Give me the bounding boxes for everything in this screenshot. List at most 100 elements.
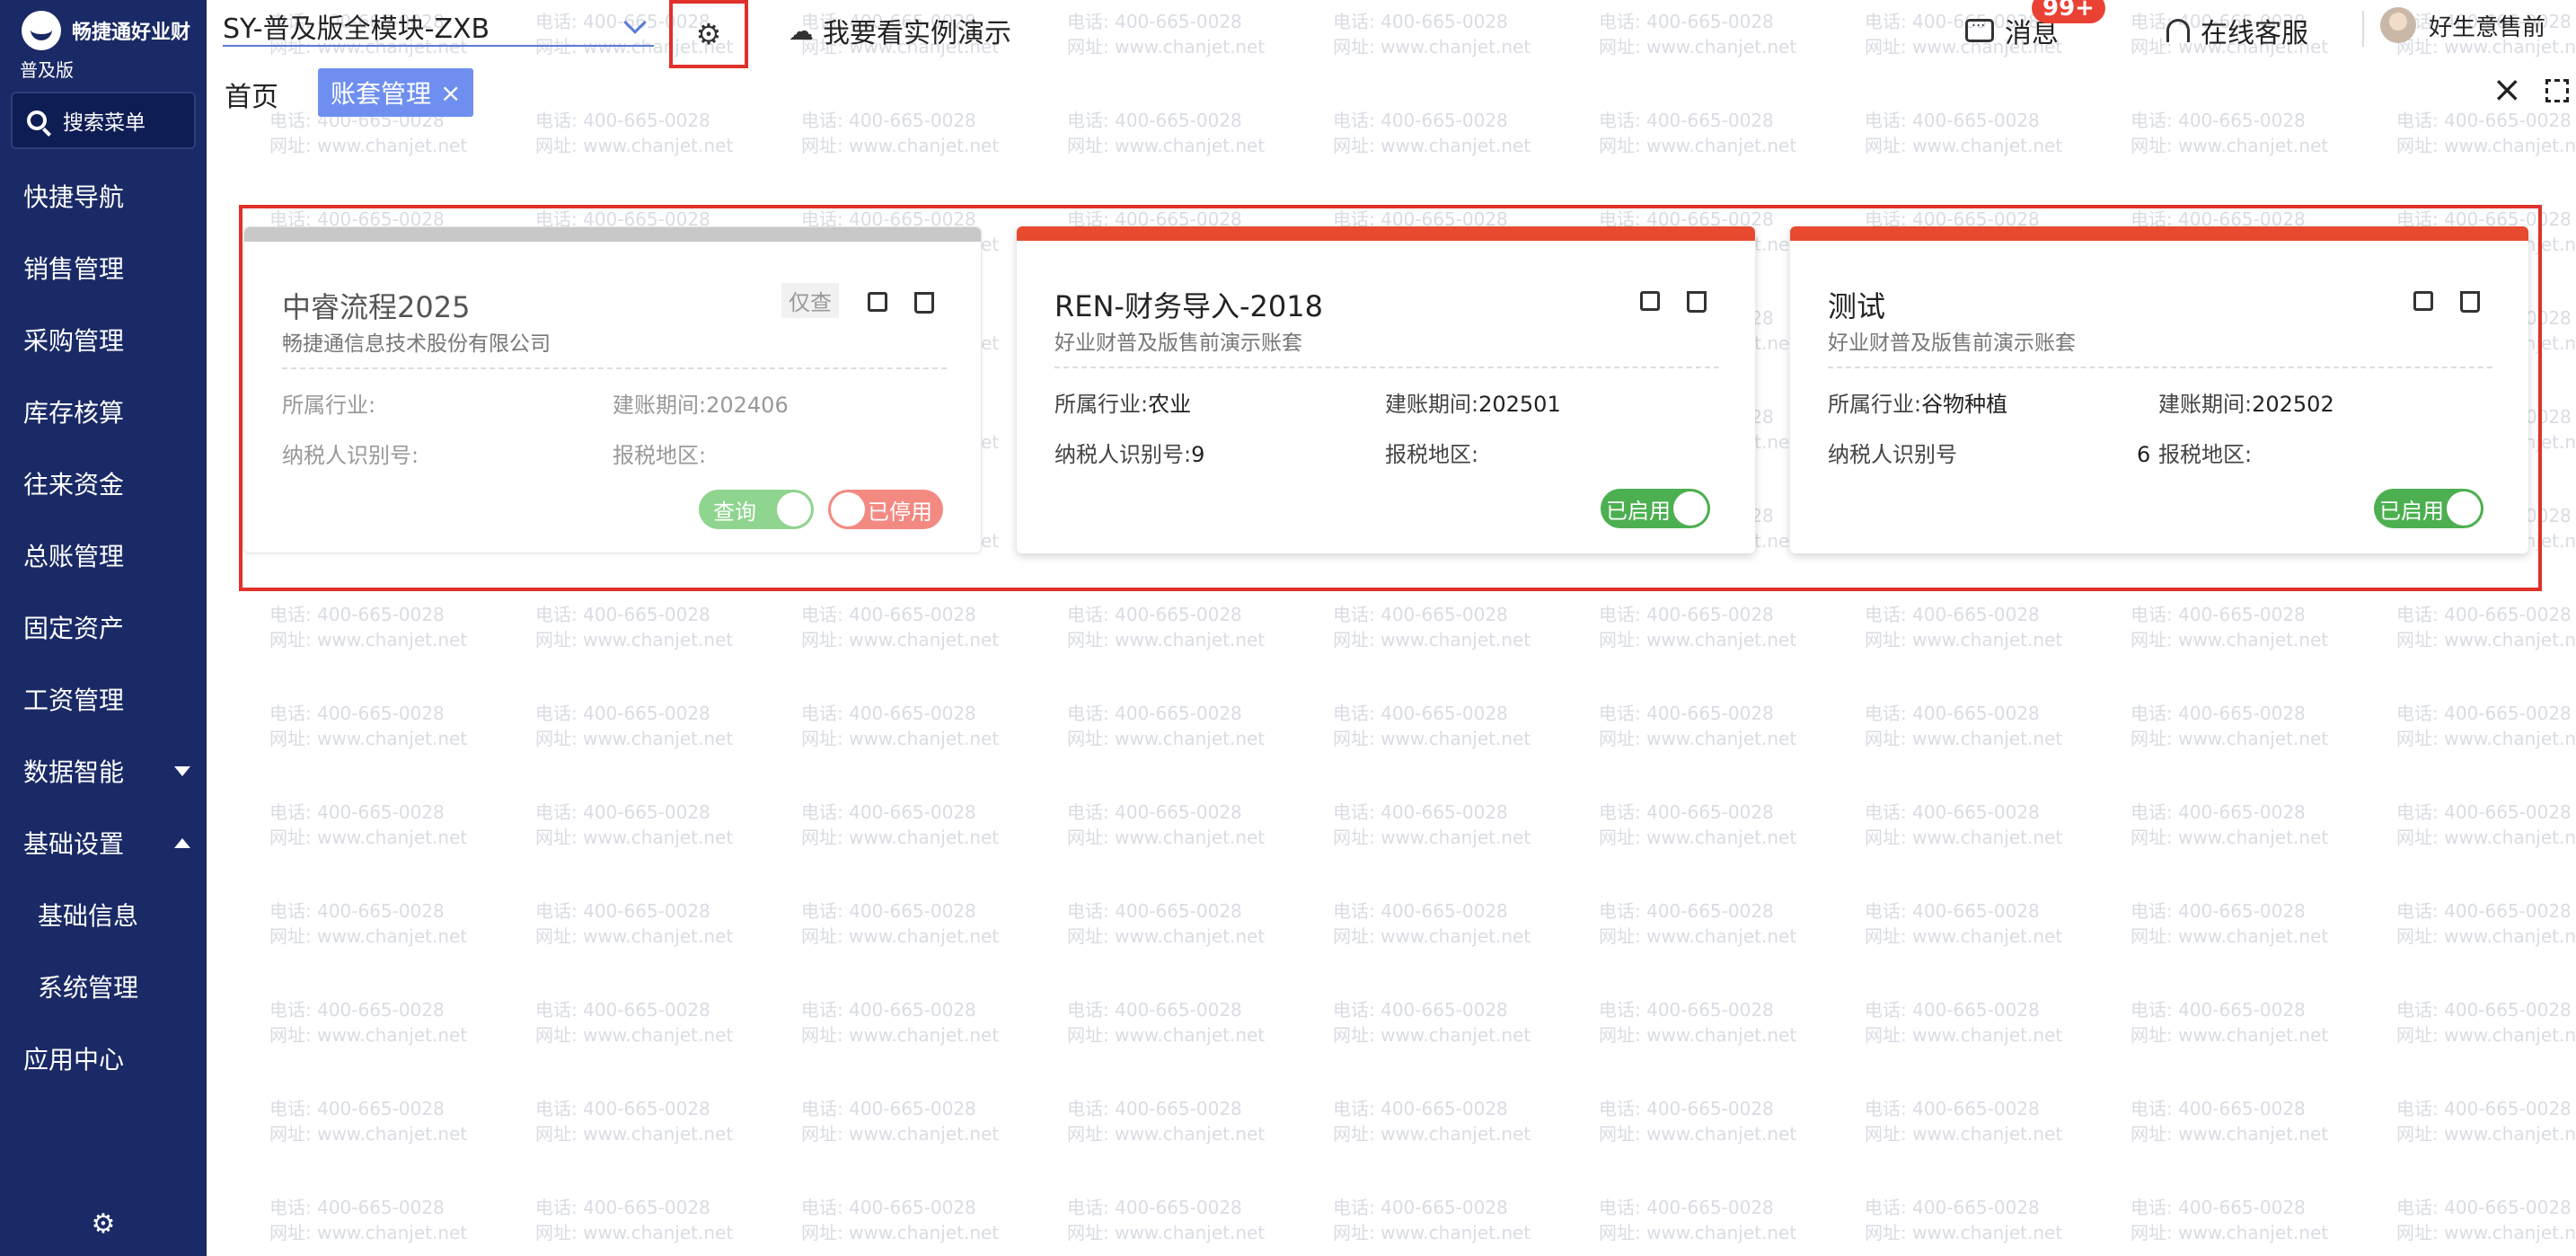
trash-icon[interactable] (2460, 291, 2480, 313)
ledger-select[interactable]: SY-普及版全模块-ZXB (223, 7, 654, 47)
watermark-text: 电话: 400-665-0028网址: www.chanjet.net (1067, 900, 1266, 947)
headset-icon (2166, 19, 2190, 42)
watermark-text: 电话: 400-665-0028网址: www.chanjet.net (535, 801, 734, 848)
close-icon[interactable]: × (440, 78, 461, 108)
readonly-tag: 仅查 (781, 283, 839, 318)
watermark-text: 电话: 400-665-0028网址: www.chanjet.net (1865, 703, 2063, 749)
account-name: 中睿流程2025 (282, 290, 471, 324)
demo-link[interactable]: ☁ 我要看实例演示 (789, 11, 1011, 50)
gear-icon[interactable]: ⚙ (90, 1211, 117, 1238)
tab-home[interactable]: 首页 (225, 72, 278, 117)
account-company: 畅捷通信息技术股份有限公司 (282, 332, 551, 356)
close-all-tabs-icon[interactable]: × (2492, 72, 2522, 108)
watermark-text: 电话: 400-665-0028网址: www.chanjet.net (1599, 900, 1797, 947)
edit-icon[interactable] (2413, 291, 2433, 311)
watermark-text: 电话: 400-665-0028网址: www.chanjet.net (2396, 1098, 2576, 1145)
sidebar-item-purchase[interactable]: 采购管理 (0, 304, 207, 376)
watermark-text: 电话: 400-665-0028网址: www.chanjet.net (2396, 604, 2576, 650)
sidebar-item-basic-info[interactable]: 基础信息 (0, 879, 207, 951)
brand-name: 畅捷通好业财 (72, 22, 191, 44)
watermark-text: 电话: 400-665-0028网址: www.chanjet.net (1333, 801, 1531, 848)
watermark-text: 电话: 400-665-0028网址: www.chanjet.net (2396, 703, 2576, 749)
sidebar-item-payroll[interactable]: 工资管理 (0, 663, 207, 735)
card-status-strip (1790, 226, 2528, 241)
account-card[interactable]: REN-财务导入-2018 好业财普及版售前演示账套 所属行业:农业 建账期间:… (1017, 226, 1755, 553)
industry-field: 所属行业: (282, 393, 376, 418)
search-menu-label: 搜索菜单 (63, 111, 146, 135)
online-support-button[interactable]: 在线客服 (2166, 11, 2308, 50)
trash-icon[interactable] (1687, 291, 1707, 313)
chevron-down-icon (174, 765, 190, 776)
ledger-settings-button[interactable]: ⚙ (669, 0, 748, 68)
watermark-text: 电话: 400-665-0028网址: www.chanjet.net (535, 900, 734, 947)
status-toggle[interactable]: 已停用 (828, 490, 943, 529)
watermark-text: 电话: 400-665-0028网址: www.chanjet.net (269, 1197, 468, 1243)
watermark-text: 电话: 400-665-0028网址: www.chanjet.net (535, 604, 734, 650)
sidebar-item-fixed-assets[interactable]: 固定资产 (0, 591, 207, 663)
watermark-text: 电话: 400-665-0028网址: www.chanjet.net (1865, 1197, 2063, 1243)
search-menu-button[interactable]: 搜索菜单 (11, 92, 196, 149)
period-field: 建账期间:202406 (613, 393, 789, 418)
sidebar-item-basic-settings[interactable]: 基础设置 (0, 807, 207, 879)
ledger-select-value: SY-普及版全模块-ZXB (223, 13, 490, 45)
watermark-text: 电话: 400-665-0028网址: www.chanjet.net (535, 1197, 734, 1243)
status-toggle[interactable]: 已启用 (2374, 489, 2483, 528)
period-field: 建账期间:202502 (2158, 392, 2334, 417)
brand-logo[interactable]: 畅捷通好业财 (22, 11, 190, 50)
trash-icon[interactable] (914, 292, 934, 314)
account-company: 好业财普及版售前演示账套 (1054, 332, 1302, 355)
fullscreen-icon[interactable] (2545, 79, 2569, 102)
watermark-text: 电话: 400-665-0028网址: www.chanjet.net (1333, 604, 1531, 650)
chevron-down-icon (623, 11, 647, 34)
watermark-text: 电话: 400-665-0028网址: www.chanjet.net (801, 999, 1000, 1046)
sidebar: 畅捷通好业财 普及版 搜索菜单 快捷导航 销售管理 采购管理 库存核算 往来资金… (0, 0, 207, 1256)
watermark-text: 电话: 400-665-0028网址: www.chanjet.net (535, 703, 734, 749)
divider (1054, 367, 1719, 368)
watermark-text: 电话: 400-665-0028网址: www.chanjet.net (1599, 801, 1797, 848)
card-status-strip (244, 227, 981, 242)
query-toggle[interactable]: 查询 (699, 490, 814, 529)
divider (282, 367, 947, 369)
account-card[interactable]: 测试 好业财普及版售前演示账套 所属行业:谷物种植 建账期间:202502 纳税… (1790, 226, 2528, 553)
demo-link-label: 我要看实例演示 (823, 18, 1011, 49)
sidebar-item-data-intelligence[interactable]: 数据智能 (0, 735, 207, 807)
sidebar-item-inventory[interactable]: 库存核算 (0, 376, 207, 447)
watermark-text: 电话: 400-665-0028网址: www.chanjet.net (2396, 801, 2576, 848)
watermark-text: 电话: 400-665-0028网址: www.chanjet.net (2130, 999, 2329, 1046)
watermark-text: 电话: 400-665-0028网址: www.chanjet.net (1599, 1098, 1797, 1145)
edition-label: 普及版 (20, 59, 74, 81)
watermark-text: 电话: 400-665-0028网址: www.chanjet.net (2130, 604, 2329, 650)
industry-field: 所属行业:谷物种植 (1828, 392, 2008, 417)
user-menu[interactable]: 好生意售前 (2380, 7, 2545, 43)
edit-icon[interactable] (1640, 291, 1660, 311)
sidebar-item-app-center[interactable]: 应用中心 (0, 1022, 207, 1094)
user-name: 好生意售前 (2429, 13, 2546, 41)
taxid-field: 纳税人识别号:9 (1054, 442, 1205, 467)
search-icon (27, 111, 47, 130)
edit-icon[interactable] (868, 292, 887, 312)
cloud-icon: ☁ (789, 15, 814, 46)
watermark-text: 电话: 400-665-0028网址: www.chanjet.net (2130, 1197, 2329, 1243)
watermark-text: 电话: 400-665-0028网址: www.chanjet.net (1067, 703, 1266, 749)
sidebar-item-system-management[interactable]: 系统管理 (0, 951, 207, 1022)
watermark-text: 电话: 400-665-0028网址: www.chanjet.net (1599, 604, 1797, 650)
divider (2362, 11, 2364, 47)
sidebar-nav: 快捷导航 销售管理 采购管理 库存核算 往来资金 总账管理 固定资产 工资管理 … (0, 160, 207, 1094)
status-toggle[interactable]: 已启用 (1601, 489, 1710, 528)
watermark-text: 电话: 400-665-0028网址: www.chanjet.net (2130, 900, 2329, 947)
divider (1828, 367, 2492, 368)
sidebar-item-ledger[interactable]: 总账管理 (0, 519, 207, 591)
watermark-text: 电话: 400-665-0028网址: www.chanjet.net (269, 900, 468, 947)
watermark-text: 电话: 400-665-0028网址: www.chanjet.net (1067, 1197, 1266, 1243)
sidebar-item-quick-nav[interactable]: 快捷导航 (0, 160, 207, 232)
watermark-text: 电话: 400-665-0028网址: www.chanjet.net (2396, 1197, 2576, 1243)
watermark-text: 电话: 400-665-0028网址: www.chanjet.net (1067, 801, 1266, 848)
watermark-text: 电话: 400-665-0028网址: www.chanjet.net (2130, 801, 2329, 848)
watermark-text: 电话: 400-665-0028网址: www.chanjet.net (801, 703, 1000, 749)
watermark-text: 电话: 400-665-0028网址: www.chanjet.net (1865, 900, 2063, 947)
tab-account-management[interactable]: 账套管理 × (318, 68, 474, 117)
sidebar-item-sales[interactable]: 销售管理 (0, 232, 207, 304)
watermark-text: 电话: 400-665-0028网址: www.chanjet.net (2130, 703, 2329, 749)
sidebar-item-funds[interactable]: 往来资金 (0, 447, 207, 519)
account-card[interactable]: 中睿流程2025 畅捷通信息技术股份有限公司 仅查 所属行业: 建账期间:202… (243, 226, 982, 553)
